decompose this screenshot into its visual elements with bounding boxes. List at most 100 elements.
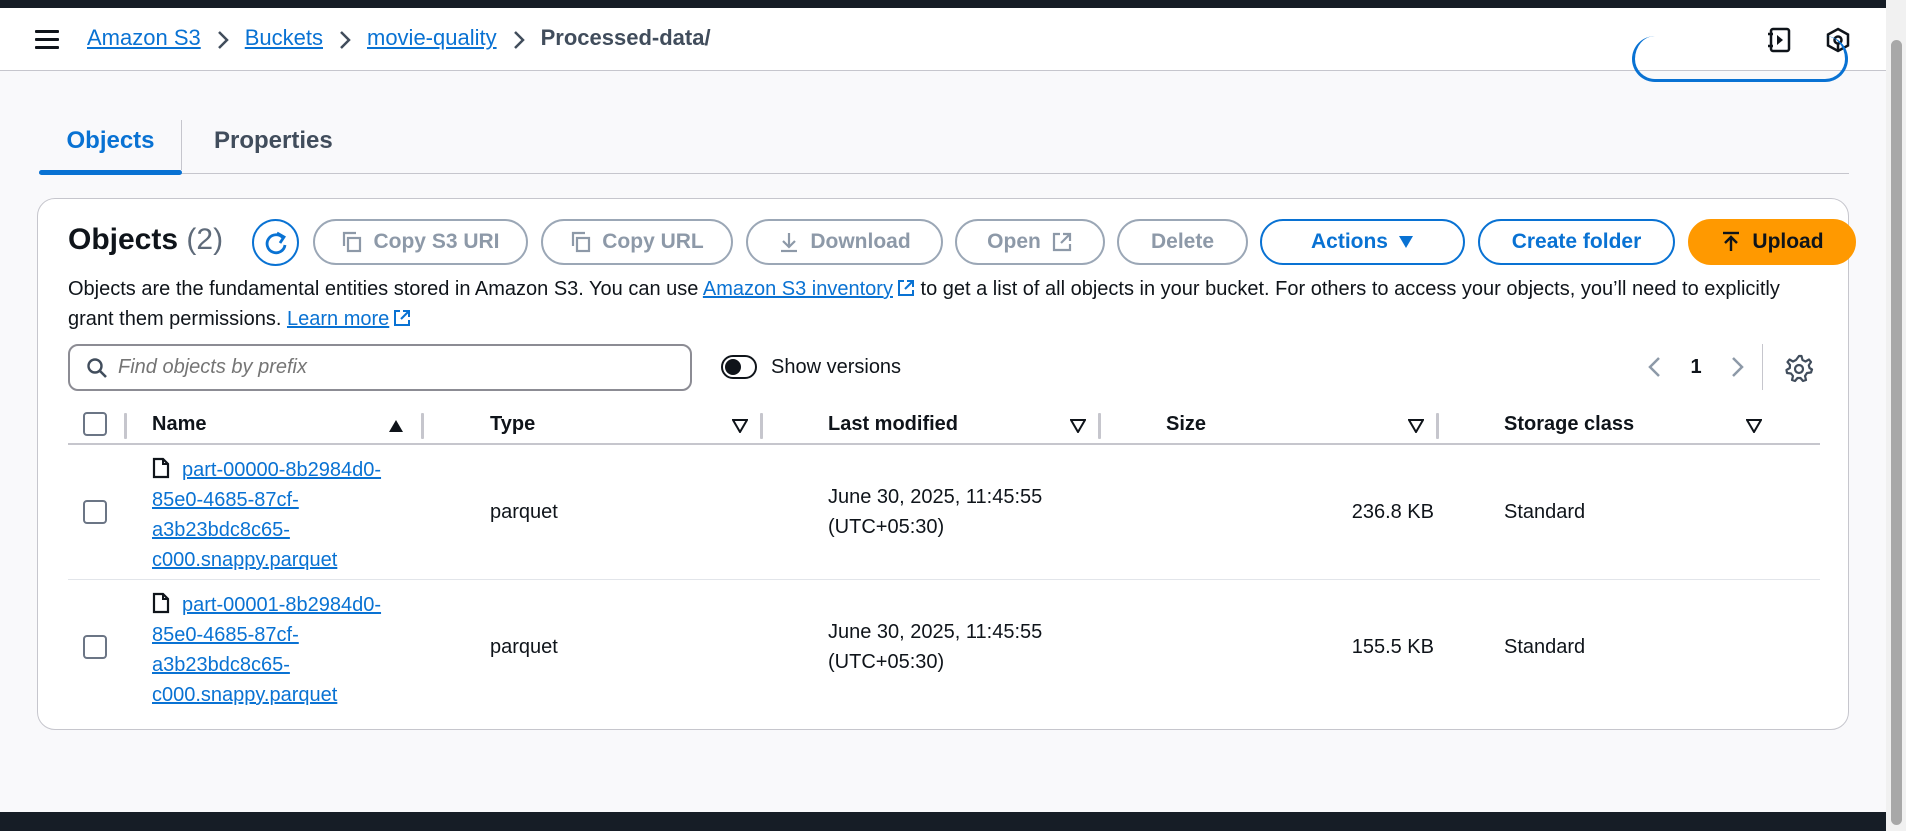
object-name-link[interactable]: part-00000-8b2984d0- 85e0-4685-87cf-a3b23… (152, 459, 381, 571)
column-header-type[interactable]: Type (490, 413, 535, 436)
delete-button[interactable]: Delete (1117, 219, 1248, 265)
download-button[interactable]: Download (746, 219, 943, 265)
breadcrumb: Amazon S3 Buckets movie-quality Processe… (87, 25, 711, 51)
object-name-part: c000.snappy.parquet (152, 549, 338, 571)
object-size: 236.8 KB (1351, 501, 1434, 523)
object-type: parquet (490, 501, 558, 523)
upload-button[interactable]: Upload (1688, 219, 1856, 265)
modified-date: June 30, 2025, 11:45:55 (828, 486, 1043, 508)
column-divider (421, 413, 424, 439)
breadcrumb-bucket-movie-quality[interactable]: movie-quality (367, 25, 497, 51)
copy-s3-uri-button[interactable]: Copy S3 URI (313, 219, 528, 265)
download-icon (781, 233, 798, 253)
sort-descending-icon[interactable] (1408, 419, 1424, 433)
column-divider (1436, 413, 1439, 439)
partially-hidden-button[interactable] (1632, 36, 1848, 82)
column-divider (760, 413, 763, 439)
file-icon (152, 457, 170, 479)
external-link-icon (1052, 232, 1071, 252)
sort-ascending-icon[interactable] (388, 419, 404, 433)
table-header: Name Type Last modified Size Storage cla… (68, 409, 1820, 445)
current-page-number[interactable]: 1 (1674, 356, 1718, 379)
delete-label: Delete (1150, 230, 1215, 253)
column-header-size[interactable]: Size (1166, 413, 1206, 436)
actions-label: Actions (1310, 230, 1388, 253)
gear-icon[interactable] (1784, 353, 1814, 383)
objects-description: Objects are the fundamental entities sto… (68, 274, 1828, 334)
show-versions-control: Show versions (721, 355, 901, 379)
object-name-part: part-00000-8b2984d0- (182, 459, 382, 481)
description-text-1: Objects are the fundamental entities sto… (68, 278, 703, 300)
refresh-icon (265, 231, 286, 254)
copy-url-button[interactable]: Copy URL (541, 219, 733, 265)
chevron-right-icon (339, 30, 351, 50)
pagination: 1 (1634, 347, 1758, 387)
object-name-part: c000.snappy.parquet (152, 684, 338, 706)
object-name-part: 85e0-4685-87cf- (152, 489, 299, 511)
search-icon (87, 357, 107, 378)
menu-icon[interactable] (35, 30, 59, 50)
download-label: Download (810, 230, 911, 253)
actions-dropdown-button[interactable]: Actions (1260, 219, 1465, 265)
external-link-icon (897, 280, 914, 296)
scrollbar-track[interactable] (1886, 0, 1906, 831)
object-name-cell: part-00000-8b2984d0- 85e0-4685-87cf-a3b23… (152, 455, 452, 575)
chevron-left-icon (1648, 357, 1660, 377)
tab-properties-label: Properties (214, 127, 333, 154)
show-versions-toggle[interactable] (721, 355, 757, 379)
tab-properties[interactable]: Properties (214, 118, 333, 174)
previous-page-button[interactable] (1634, 347, 1674, 387)
create-folder-button[interactable]: Create folder (1478, 219, 1675, 265)
column-header-name[interactable]: Name (152, 413, 206, 436)
objects-title-text: Objects (68, 223, 179, 256)
breadcrumb-current: Processed-data/ (540, 25, 711, 50)
scrollbar-thumb[interactable] (1891, 40, 1902, 825)
s3-inventory-link[interactable]: Amazon S3 inventory (703, 278, 893, 300)
object-name-part: 85e0-4685-87cf- (152, 624, 299, 646)
column-header-last-modified[interactable]: Last modified (828, 413, 958, 436)
upload-label: Upload (1752, 230, 1824, 253)
column-header-storage-class[interactable]: Storage class (1504, 413, 1634, 436)
objects-table: Name Type Last modified Size Storage cla… (68, 409, 1820, 715)
breadcrumb-buckets[interactable]: Buckets (245, 25, 323, 51)
tab-bar: Objects Properties (39, 118, 1849, 175)
copy-url-label: Copy URL (602, 230, 704, 253)
search-input[interactable] (116, 355, 676, 380)
sort-descending-icon[interactable] (732, 419, 748, 433)
tab-objects[interactable]: Objects (39, 118, 182, 175)
row-checkbox[interactable] (83, 500, 107, 524)
object-name-cell: part-00001-8b2984d0- 85e0-4685-87cf-a3b23… (152, 590, 452, 710)
create-folder-label: Create folder (1511, 230, 1642, 253)
next-page-button[interactable] (1718, 347, 1758, 387)
file-icon (152, 592, 170, 614)
learn-more-link[interactable]: Learn more (287, 308, 389, 330)
object-name-link[interactable]: part-00001-8b2984d0- 85e0-4685-87cf-a3b23… (152, 594, 381, 706)
select-all-checkbox[interactable] (83, 412, 107, 436)
caret-down-icon (1399, 236, 1413, 248)
refresh-button[interactable] (252, 219, 299, 266)
sort-descending-icon[interactable] (1070, 419, 1086, 433)
pagination-divider (1762, 344, 1763, 390)
object-name-part: a3b23bdc8c65- (152, 519, 290, 541)
chevron-right-icon (217, 30, 229, 50)
tab-objects-label: Objects (66, 127, 155, 154)
open-label: Open (987, 230, 1041, 253)
toggle-knob (725, 359, 741, 375)
table-row[interactable]: part-00001-8b2984d0- 85e0-4685-87cf-a3b23… (68, 580, 1820, 715)
objects-panel-title: Objects (2) (68, 223, 223, 257)
sort-descending-icon[interactable] (1746, 419, 1762, 433)
column-divider (124, 413, 127, 439)
object-size: 155.5 KB (1351, 636, 1434, 658)
breadcrumb-amazon-s3[interactable]: Amazon S3 (87, 25, 201, 51)
search-field[interactable] (68, 344, 692, 391)
copy-icon (572, 231, 591, 253)
object-last-modified: June 30, 2025, 11:45:55 (UTC+05:30) (828, 482, 1042, 542)
chevron-right-icon (1732, 357, 1744, 377)
objects-panel: Objects (2) Copy S3 URI Copy URL Downloa… (37, 198, 1856, 730)
open-button[interactable]: Open (955, 219, 1105, 265)
table-row[interactable]: part-00000-8b2984d0- 85e0-4685-87cf-a3b23… (68, 445, 1820, 580)
copy-s3-uri-label: Copy S3 URI (373, 230, 500, 253)
top-dark-strip (0, 0, 1906, 8)
row-checkbox[interactable] (83, 635, 107, 659)
object-last-modified: June 30, 2025, 11:45:55 (UTC+05:30) (828, 617, 1042, 677)
